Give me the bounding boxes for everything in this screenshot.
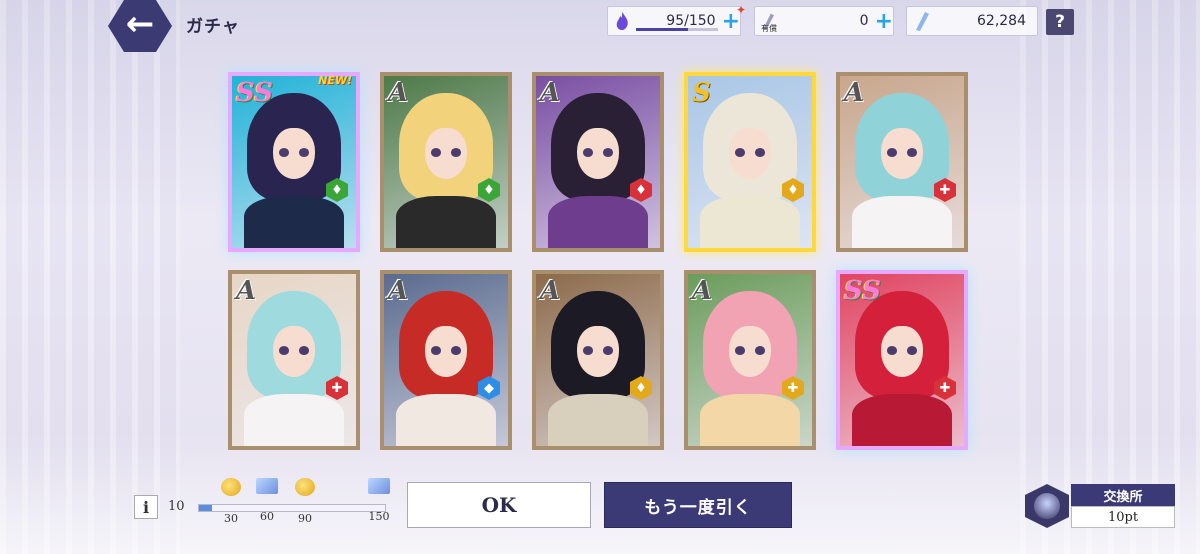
portrait-body xyxy=(548,196,648,248)
stamina-bar-fill xyxy=(636,28,688,31)
ok-button[interactable]: OK xyxy=(407,482,591,528)
rank-label: A xyxy=(388,78,409,108)
portrait-eye xyxy=(754,148,765,157)
exchange-shop-button[interactable]: 交換所 10pt xyxy=(1025,484,1177,528)
milestone-value: 90 xyxy=(298,512,312,525)
arrow-left-icon: ← xyxy=(125,4,155,44)
character-card[interactable]: S ♦ xyxy=(684,72,816,252)
character-card[interactable]: A ♦ xyxy=(532,72,664,252)
coin-icon xyxy=(221,478,241,496)
milestone-value: 150 xyxy=(368,510,390,523)
portrait-body xyxy=(852,196,952,248)
flame-icon xyxy=(616,11,628,31)
portrait-eye xyxy=(602,148,613,157)
portrait-body xyxy=(244,196,344,248)
portrait-eye xyxy=(298,148,309,157)
rank-label: A xyxy=(844,78,865,108)
coin-icon xyxy=(295,478,315,496)
help-button[interactable]: ? xyxy=(1046,9,1074,35)
crystal-icon xyxy=(916,12,929,31)
portrait-eye xyxy=(279,148,290,157)
portrait-eye xyxy=(754,346,765,355)
character-card[interactable]: SS ✚ xyxy=(836,270,968,450)
portrait-eye xyxy=(906,346,917,355)
milestone-value: 60 xyxy=(260,510,274,523)
exchange-points: 10pt xyxy=(1071,506,1175,528)
paid-gems-label: 有償 xyxy=(761,24,777,33)
exchange-label: 交換所 xyxy=(1071,484,1175,506)
portrait-eye xyxy=(602,346,613,355)
free-gems-display: 62,284 xyxy=(906,6,1038,36)
portrait-eye xyxy=(431,346,442,355)
stamina-bar xyxy=(636,28,718,31)
rank-label: A xyxy=(540,276,561,306)
portrait-eye xyxy=(583,148,594,157)
character-card[interactable]: A ♦ xyxy=(380,72,512,252)
milestone[interactable]: 60 xyxy=(252,478,282,523)
pull-count: 10 xyxy=(168,499,185,514)
page-title: ガチャ xyxy=(186,17,240,37)
rank-label: SS xyxy=(844,276,881,306)
portrait-eye xyxy=(298,346,309,355)
portrait-body xyxy=(852,394,952,446)
portrait-eye xyxy=(735,346,746,355)
rank-label: A xyxy=(236,276,257,306)
portrait-eye xyxy=(450,148,461,157)
milestone-value: 30 xyxy=(224,512,238,525)
paid-gems-display: 有償 0 + xyxy=(754,6,894,36)
rank-label: S xyxy=(692,78,711,108)
character-card[interactable]: A ✚ xyxy=(228,270,360,450)
stamina-value: 95/150 xyxy=(666,13,716,29)
character-card[interactable]: A ◆ xyxy=(380,270,512,450)
pull-progress-fill xyxy=(199,505,213,511)
portrait-body xyxy=(396,196,496,248)
rank-label: A xyxy=(692,276,713,306)
pull-again-button[interactable]: もう一度引く xyxy=(604,482,792,528)
portrait-body xyxy=(700,394,800,446)
notification-star-icon: ✦ xyxy=(735,3,746,17)
character-card[interactable]: A ✚ xyxy=(684,270,816,450)
portrait-eye xyxy=(450,346,461,355)
milestone[interactable]: 90 xyxy=(290,478,320,525)
portrait-eye xyxy=(887,148,898,157)
portrait-eye xyxy=(279,346,290,355)
new-tag: NEW! xyxy=(318,74,352,87)
portrait-body xyxy=(244,394,344,446)
rank-label: SS xyxy=(236,78,273,108)
character-card[interactable]: A ♦ xyxy=(532,270,664,450)
portrait-body xyxy=(396,394,496,446)
free-gems-value: 62,284 xyxy=(977,13,1026,29)
character-card[interactable]: A ✚ xyxy=(836,72,968,252)
stamina-display: 95/150 + ✦ xyxy=(607,3,746,36)
rank-label: A xyxy=(388,276,409,306)
milestone[interactable]: 150 xyxy=(364,478,394,523)
rank-label: A xyxy=(540,78,561,108)
paid-gems-value: 0 xyxy=(859,13,869,29)
portrait-eye xyxy=(887,346,898,355)
portrait-body xyxy=(548,394,648,446)
paid-gems-plus-button[interactable]: + xyxy=(875,9,893,34)
character-card[interactable]: SS NEW! ♦ xyxy=(228,72,360,252)
portrait-eye xyxy=(583,346,594,355)
info-button[interactable]: i xyxy=(134,495,158,519)
portrait-eye xyxy=(431,148,442,157)
exchange-avatar-icon xyxy=(1025,484,1069,528)
portrait-eye xyxy=(906,148,917,157)
ticket-icon xyxy=(368,478,390,494)
milestone[interactable]: 30 xyxy=(216,478,246,525)
portrait-eye xyxy=(735,148,746,157)
ticket-icon xyxy=(256,478,278,494)
portrait-body xyxy=(700,196,800,248)
background-floor xyxy=(0,434,1200,554)
